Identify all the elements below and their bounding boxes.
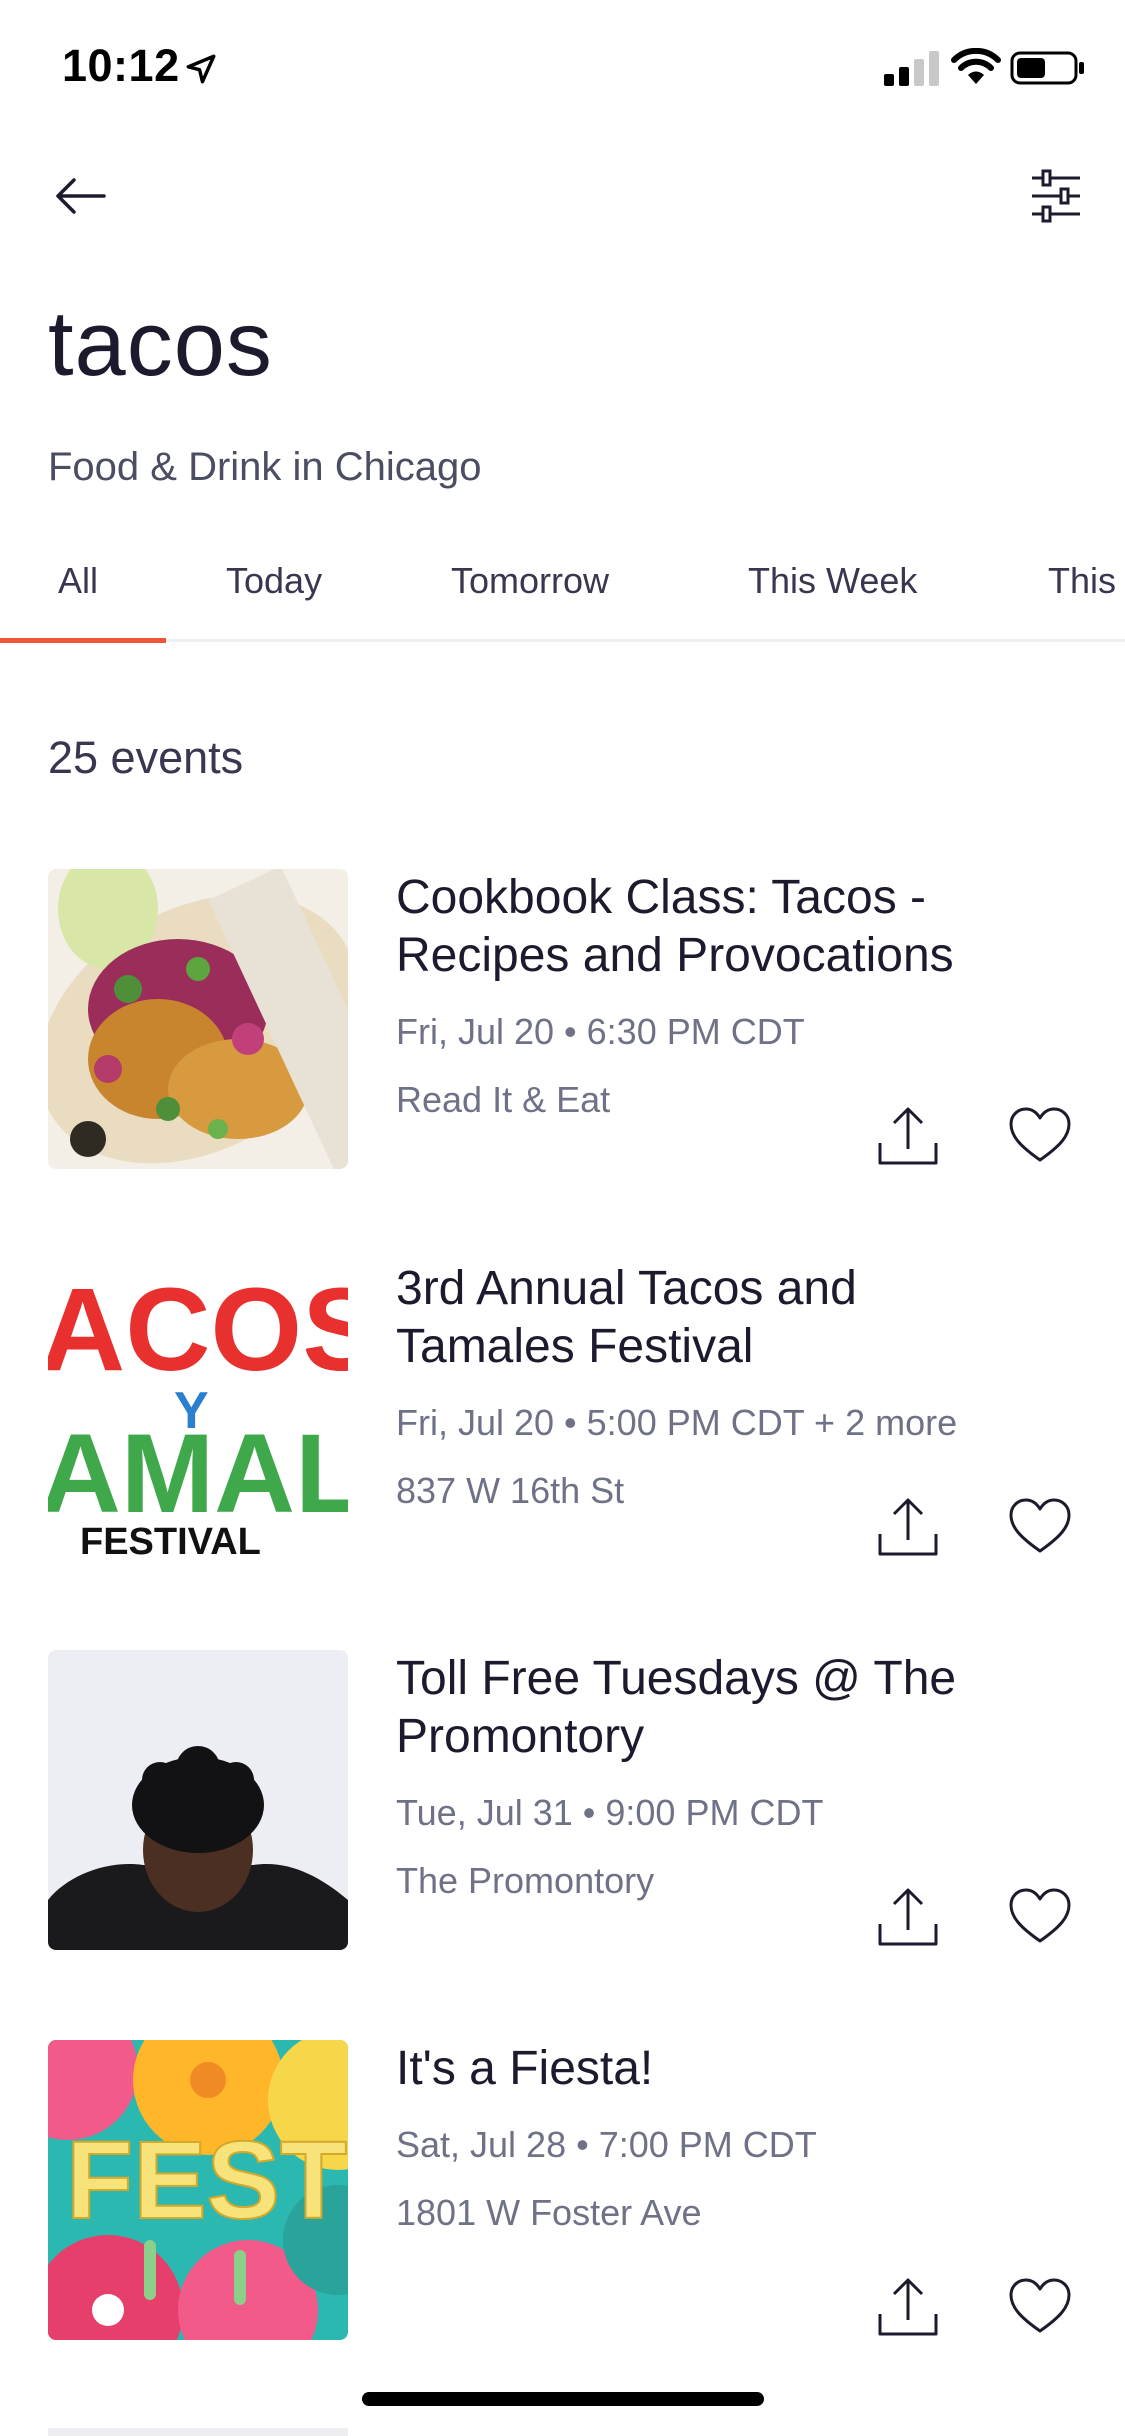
share-button[interactable] — [870, 1488, 946, 1564]
event-card[interactable]: Toll Free Tuesdays @ The Promontory Tue,… — [0, 1650, 1125, 1960]
event-image-text: AMAL — [48, 1411, 348, 1536]
event-title: It's a Fiesta! — [396, 2042, 654, 2095]
event-image — [48, 869, 348, 1169]
event-datetime: Fri, Jul 20 • 6:30 PM CDT — [396, 1011, 805, 1052]
tab-today[interactable]: Today — [226, 560, 322, 602]
share-icon — [878, 1888, 938, 1946]
event-image — [48, 1650, 348, 1950]
share-icon — [878, 1107, 938, 1165]
share-icon — [878, 1498, 938, 1556]
event-title: Cookbook Class: Tacos - Recipes and Prov… — [396, 871, 954, 982]
event-image-text: FEST — [66, 2119, 347, 2242]
tab-this-week[interactable]: This Week — [748, 560, 917, 602]
tab-all[interactable]: All — [58, 560, 98, 602]
heart-icon — [1009, 1498, 1071, 1553]
tab-this-weekend[interactable]: This — [1048, 560, 1116, 602]
active-tab-indicator — [0, 638, 166, 643]
status-time: 10:12 — [62, 40, 180, 91]
battery-icon — [1010, 51, 1084, 85]
sliders-icon — [1032, 169, 1080, 223]
heart-icon — [1009, 2278, 1071, 2333]
share-button[interactable] — [870, 1878, 946, 1954]
like-button[interactable] — [1002, 1488, 1078, 1564]
event-card[interactable]: Cookbook Class: Tacos - Recipes and Prov… — [0, 869, 1125, 1179]
search-query-title: tacos — [48, 293, 273, 395]
back-button[interactable] — [40, 160, 120, 232]
event-image: ACOS Y AMAL FESTIVAL — [48, 1260, 348, 1560]
event-datetime: Sat, Jul 28 • 7:00 PM CDT — [396, 2124, 817, 2165]
location-arrow-icon — [186, 54, 216, 84]
like-button[interactable] — [1002, 2268, 1078, 2344]
share-button[interactable] — [870, 2268, 946, 2344]
date-filter-tabs: All Today Tomorrow This Week This — [0, 540, 1125, 643]
like-button[interactable] — [1002, 1097, 1078, 1173]
share-button[interactable] — [870, 1097, 946, 1173]
heart-icon — [1009, 1888, 1071, 1943]
event-datetime: Fri, Jul 20 • 5:00 PM CDT + 2 more — [396, 1402, 958, 1443]
event-card[interactable]: ACOS Y AMAL FESTIVAL 3rd Annual Tacos an… — [0, 1260, 1125, 1570]
event-image-text: ACOS — [48, 1264, 348, 1396]
home-indicator[interactable] — [362, 2392, 764, 2406]
event-venue: 1801 W Foster Ave — [396, 2192, 702, 2233]
tab-tomorrow[interactable]: Tomorrow — [451, 560, 609, 602]
cellular-signal-icon — [884, 51, 939, 86]
event-image: FEST — [48, 2040, 348, 2340]
event-card[interactable]: FEST It's a Fiesta! Sat, Jul 28 • 7:00 P… — [0, 2040, 1125, 2350]
like-button[interactable] — [1002, 1878, 1078, 1954]
event-image-text: FESTIVAL — [80, 1521, 261, 1560]
event-datetime: Tue, Jul 31 • 9:00 PM CDT — [396, 1792, 824, 1833]
next-event-image-edge — [48, 2428, 348, 2436]
event-title: 3rd Annual Tacos and Tamales Festival — [396, 1262, 857, 1373]
event-venue: Read It & Eat — [396, 1079, 611, 1120]
results-count: 25 events — [48, 732, 244, 783]
share-icon — [878, 2278, 938, 2336]
arrow-left-icon — [56, 178, 106, 214]
search-results-screen: 10:12 tacos Food & Drink in Chicago All … — [0, 0, 1125, 2436]
event-venue: 837 W 16th St — [396, 1470, 625, 1511]
event-venue: The Promontory — [396, 1860, 655, 1901]
event-title: Toll Free Tuesdays @ The Promontory — [396, 1652, 957, 1763]
filter-button[interactable] — [1016, 160, 1096, 232]
search-subtitle: Food & Drink in Chicago — [48, 445, 482, 489]
status-bar: 10:12 — [0, 0, 1125, 132]
heart-icon — [1009, 1107, 1071, 1162]
wifi-icon — [951, 48, 1001, 84]
